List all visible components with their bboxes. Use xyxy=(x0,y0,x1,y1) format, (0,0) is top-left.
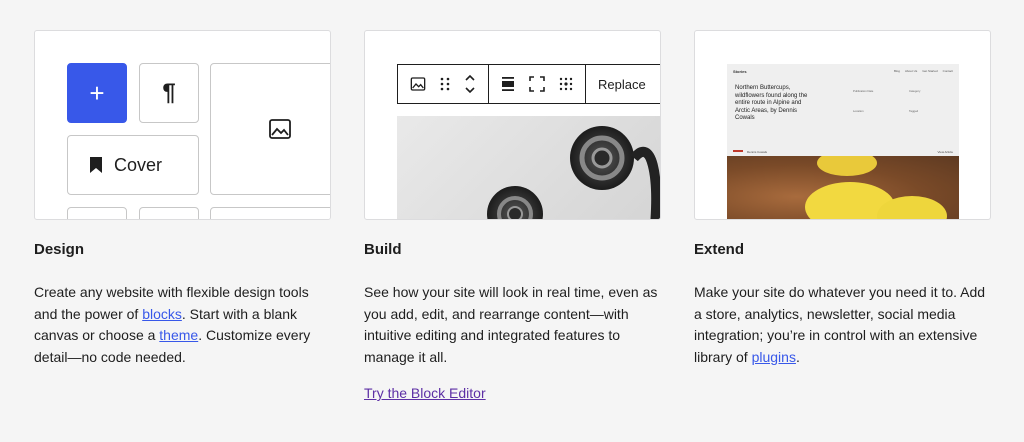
preview-accent-bar xyxy=(733,150,743,152)
extend-preview-card: Stories Blog About Us Get Started Contact N… xyxy=(694,30,991,220)
design-heading: Design xyxy=(34,241,85,258)
flower-petal xyxy=(817,156,877,176)
fullscreen-icon[interactable] xyxy=(529,76,545,92)
extend-description: Make your site do whatever you need it t… xyxy=(694,284,986,365)
image-icon xyxy=(269,119,291,139)
pilcrow-icon: ¶ xyxy=(162,79,176,106)
plus-icon: + xyxy=(89,77,105,108)
site-preview: Stories Blog About Us Get Started Contact N… xyxy=(727,64,959,219)
fern-photo xyxy=(397,116,660,219)
plugins-link[interactable]: plugins xyxy=(752,349,796,365)
preview-headline: Northern Buttercups, wildflowers found a… xyxy=(735,85,808,121)
preview-nav: Blog About Us Get Started Contact xyxy=(893,69,953,73)
bookmark-icon xyxy=(90,157,102,173)
drag-handle-icon[interactable] xyxy=(440,77,450,91)
replace-button[interactable]: Replace xyxy=(598,77,646,92)
preview-meta: Publication Date xyxy=(853,89,874,93)
design-description: Create any website with flexible design … xyxy=(34,284,311,365)
preview-footer-left: Dennis Cowals xyxy=(747,150,768,154)
image-icon[interactable] xyxy=(410,76,426,92)
preview-brand: Stories xyxy=(733,69,747,74)
block-tile-partial xyxy=(210,207,330,219)
move-updown-icon[interactable] xyxy=(464,73,476,95)
image-block-tile[interactable] xyxy=(210,63,330,195)
extend-heading: Extend xyxy=(694,241,745,258)
buttercup-photo xyxy=(727,156,959,219)
blocks-link[interactable]: blocks xyxy=(142,306,182,322)
preview-footer-right: View Article xyxy=(937,150,953,154)
theme-link[interactable]: theme xyxy=(159,327,198,343)
cover-label: Cover xyxy=(114,154,163,175)
cover-block-tile[interactable]: Cover xyxy=(67,135,199,195)
add-block-button[interactable]: + xyxy=(67,63,127,123)
build-preview-card: Replace xyxy=(364,30,661,220)
block-toolbar: Replace xyxy=(397,64,660,104)
grid-dots-icon[interactable] xyxy=(559,77,573,91)
preview-meta: Category xyxy=(909,89,921,93)
fern-fiddlehead-image xyxy=(487,126,660,219)
try-block-editor-link[interactable]: Try the Block Editor xyxy=(364,385,486,401)
preview-meta: Tagged xyxy=(909,109,919,113)
align-icon[interactable] xyxy=(501,76,515,92)
preview-meta: Location xyxy=(853,109,864,113)
block-tile-partial xyxy=(67,207,127,219)
design-preview-card: + ¶ Cover xyxy=(34,30,331,220)
block-tile-partial xyxy=(139,207,199,219)
build-heading: Build xyxy=(364,241,402,258)
build-description: See how your site will look in real time… xyxy=(364,284,658,365)
paragraph-block-tile[interactable]: ¶ xyxy=(139,63,199,123)
